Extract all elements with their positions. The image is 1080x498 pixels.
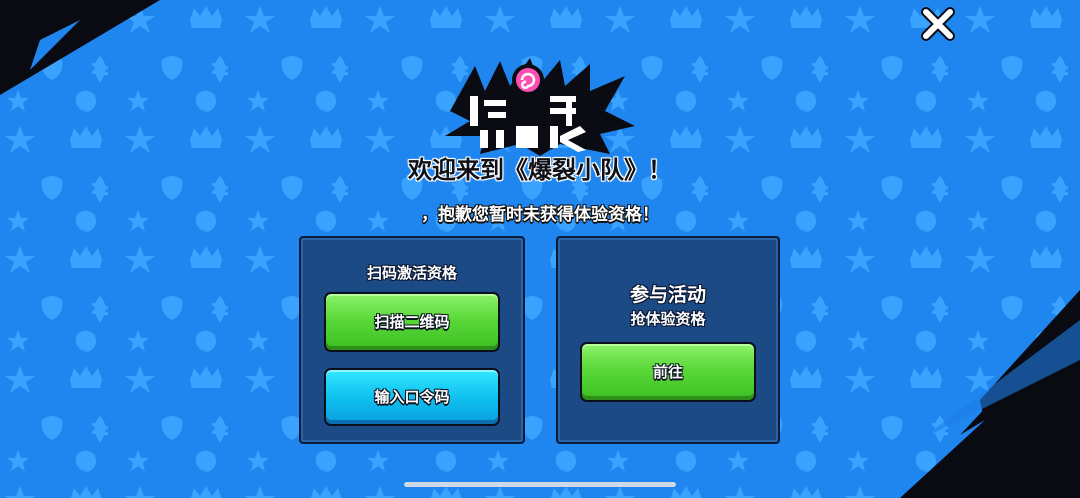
scan-qr-button[interactable]: 扫描二维码 xyxy=(324,292,500,352)
activation-panel-title: 扫码激活资格 xyxy=(366,264,457,282)
close-icon xyxy=(921,7,955,41)
go-button[interactable]: 前往 xyxy=(580,342,756,402)
activation-panel: 扫码激活资格 扫描二维码 输入口令码 xyxy=(299,236,525,444)
welcome-text: 欢迎来到《爆裂小队》！ xyxy=(408,156,672,184)
close-button[interactable] xyxy=(918,4,958,44)
home-indicator[interactable] xyxy=(404,482,676,487)
game-logo xyxy=(440,56,640,156)
enter-code-button[interactable]: 输入口令码 xyxy=(324,368,500,426)
event-panel-title: 参与活动 xyxy=(629,284,706,306)
event-panel-subtitle: 抢体验资格 xyxy=(630,310,706,328)
no-access-message: ，抱歉您暂时未获得体验资格！ xyxy=(421,205,659,225)
event-panel: 参与活动 抢体验资格 前往 xyxy=(556,236,780,444)
game-screen: 欢迎来到《爆裂小队》！ ，抱歉您暂时未获得体验资格！ 扫码激活资格 扫描二维码 … xyxy=(0,0,1080,498)
